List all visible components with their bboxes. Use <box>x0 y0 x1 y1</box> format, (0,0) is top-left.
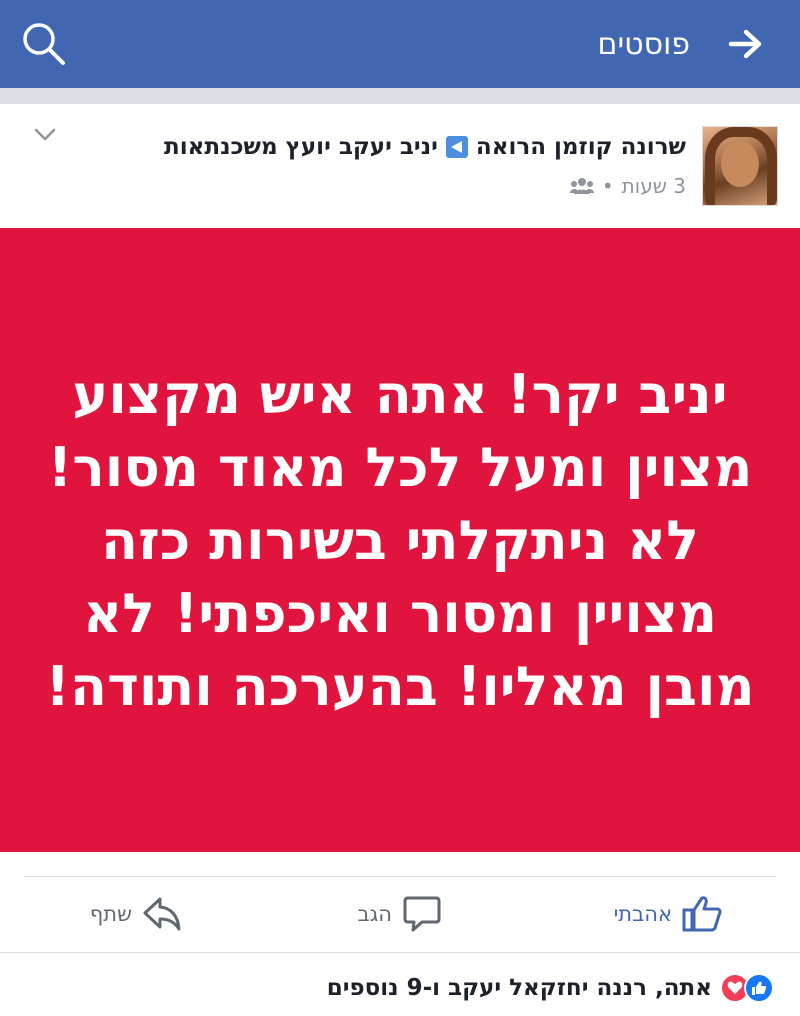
page-title: פוסטים <box>597 26 690 62</box>
friends-icon <box>569 178 594 194</box>
search-icon <box>23 23 65 65</box>
actions-divider <box>24 876 776 877</box>
reactions-divider <box>0 952 800 953</box>
reaction-icons <box>720 973 774 1003</box>
chevron-down-icon[interactable] <box>34 128 56 142</box>
like-reaction-icon <box>744 973 774 1003</box>
post-header: שרונה קוזמן הרואה יניב יעקב יועץ משכנתאו… <box>0 104 800 228</box>
author-avatar[interactable] <box>702 126 778 206</box>
meta-dot: • <box>601 174 614 198</box>
search-button[interactable] <box>0 0 88 88</box>
share-label: שתף <box>89 902 132 926</box>
comment-button[interactable]: הגב <box>357 890 442 938</box>
share-button[interactable]: שתף <box>90 890 182 938</box>
reactions-bar[interactable]: אתה, רננה יחזקאל יעקב ו-9 נוספים <box>327 960 774 1016</box>
post-time[interactable]: 3 שעות <box>622 174 686 198</box>
comment-icon <box>403 896 441 932</box>
share-icon <box>143 897 181 931</box>
post-text: יניב יקר! אתה איש מקצוע מצוין ומעל לכל מ… <box>45 362 755 718</box>
recipient-name[interactable]: יניב יעקב יועץ משכנתאות <box>164 134 438 160</box>
thumbs-up-icon <box>682 896 722 932</box>
comment-label: הגב <box>357 902 392 926</box>
author-line: שרונה קוזמן הרואה יניב יעקב יועץ משכנתאו… <box>164 134 686 160</box>
post-body: יניב יקר! אתה איש מקצוע מצוין ומעל לכל מ… <box>0 228 800 852</box>
like-label: אהבתי <box>613 902 672 926</box>
feed-separator <box>0 88 800 104</box>
author-name[interactable]: שרונה קוזמן הרואה <box>476 134 686 160</box>
top-bar: פוסטים <box>0 0 800 88</box>
arrow-to-icon <box>445 136 468 158</box>
like-button[interactable]: אהבתי <box>614 890 722 938</box>
post-actions: אהבתי הגב שתף <box>0 880 800 948</box>
arrow-right-icon[interactable] <box>728 29 764 59</box>
reactions-summary: אתה, רננה יחזקאל יעקב ו-9 נוספים <box>326 975 712 1001</box>
post-meta: 3 שעות • <box>569 174 686 198</box>
